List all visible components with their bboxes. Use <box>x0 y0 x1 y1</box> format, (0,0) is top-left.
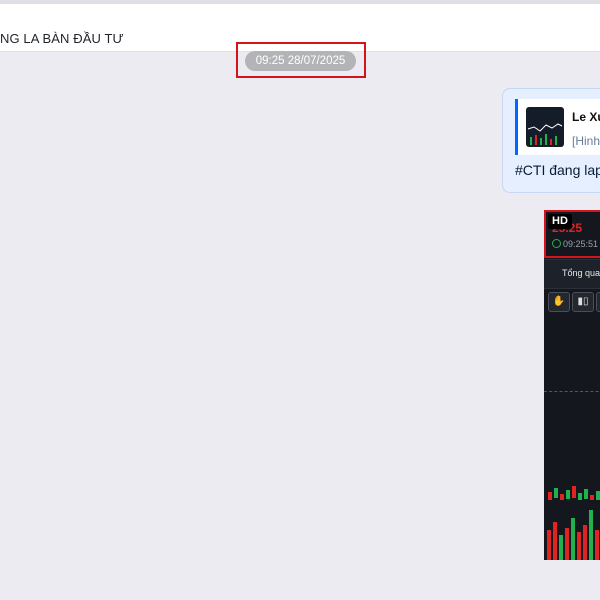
volume-bar-7 <box>589 510 593 560</box>
image-message[interactable]: HD 25.25 09:25:51 Tổng quan ✋ ▮▯ ▯ <box>544 210 600 560</box>
volume-bar-1 <box>553 522 557 560</box>
quoted-message-type: [Hinh <box>572 134 600 148</box>
candle-upper-6 <box>584 489 588 499</box>
thumbnail-chart-icon <box>527 123 563 145</box>
quoted-message[interactable]: Le Xu [Hinh <box>515 99 600 155</box>
volume-bar-4 <box>571 518 575 560</box>
chart-tabs: Tổng quan <box>544 259 600 289</box>
candle-upper-7 <box>590 495 594 500</box>
hand-icon: ✋ <box>548 292 570 312</box>
price-reference-line <box>544 391 600 392</box>
candle-icon: ▮▯ <box>572 292 594 312</box>
tab-overview: Tổng quan <box>562 268 600 278</box>
volume-bar-2 <box>559 535 563 560</box>
candle-upper-8 <box>596 491 600 500</box>
message-bubble[interactable]: Le Xu [Hinh #CTI đang lap <box>502 88 600 193</box>
chart-toolbar: ✋ ▮▯ ▯ <box>544 290 600 314</box>
candle-upper-3 <box>566 490 570 499</box>
more-icon: ▯ <box>596 292 600 312</box>
volume-bar-5 <box>577 532 581 560</box>
timestamp-highlight: 09:25 28/07/2025 <box>236 42 366 78</box>
conversation-title: NG LA BÀN ĐẦU TƯ <box>0 31 124 46</box>
candle-upper-2 <box>560 494 564 500</box>
candle-upper-1 <box>554 488 558 498</box>
volume-bar-0 <box>547 530 551 560</box>
candle-upper-4 <box>572 486 576 498</box>
candle-upper-0 <box>548 492 552 500</box>
hd-badge: HD <box>548 214 572 229</box>
quoted-image-thumbnail <box>526 107 564 147</box>
timestamp-pill: 09:25 28/07/2025 <box>245 51 356 71</box>
candle-upper-5 <box>578 493 582 500</box>
volume-bar-6 <box>583 525 587 560</box>
volume-bar-8 <box>595 530 599 560</box>
volume-bar-3 <box>565 528 569 560</box>
quoted-sender-name: Le Xu <box>572 110 600 124</box>
message-text: #CTI đang lap <box>515 162 600 178</box>
